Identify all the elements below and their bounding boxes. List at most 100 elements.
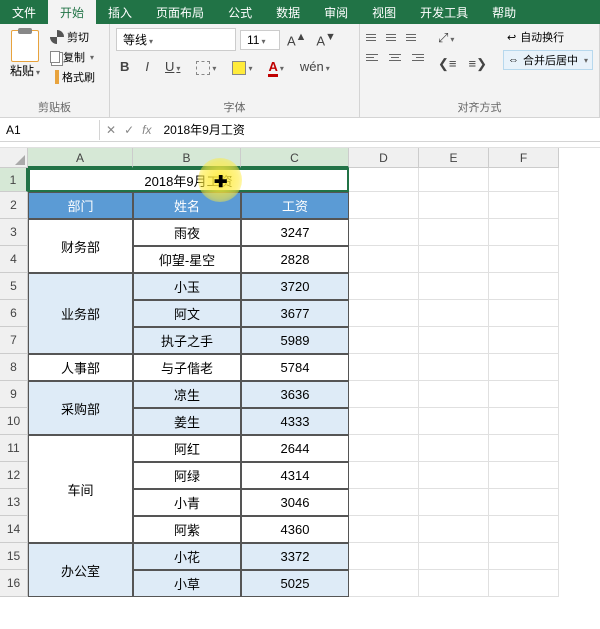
cell-E8[interactable] <box>419 354 489 381</box>
name-cell[interactable]: 执子之手 <box>133 327 241 354</box>
dept-cell[interactable]: 人事部 <box>28 354 133 381</box>
fx-button[interactable]: fx <box>142 123 151 137</box>
tab-data[interactable]: 数据 <box>264 0 312 24</box>
cell-D11[interactable] <box>349 435 419 462</box>
cell-F3[interactable] <box>489 219 559 246</box>
row-header-3[interactable]: 3 <box>0 219 28 246</box>
cancel-formula-button[interactable]: ✕ <box>106 123 116 137</box>
row-header-12[interactable]: 12 <box>0 462 28 489</box>
cell-F1[interactable] <box>489 168 559 192</box>
cell-F11[interactable] <box>489 435 559 462</box>
border-button[interactable] <box>192 57 220 77</box>
phonetic-button[interactable]: wén <box>296 57 334 76</box>
salary-cell[interactable]: 4360 <box>241 516 349 543</box>
tab-review[interactable]: 审阅 <box>312 0 360 24</box>
cell-F16[interactable] <box>489 570 559 597</box>
cell-F6[interactable] <box>489 300 559 327</box>
cell-E10[interactable] <box>419 408 489 435</box>
salary-cell[interactable]: 4333 <box>241 408 349 435</box>
column-header-E[interactable]: E <box>419 148 489 168</box>
cell-E11[interactable] <box>419 435 489 462</box>
column-header-D[interactable]: D <box>349 148 419 168</box>
cell-E16[interactable] <box>419 570 489 597</box>
name-cell[interactable]: 姜生 <box>133 408 241 435</box>
cell-F10[interactable] <box>489 408 559 435</box>
cell-F4[interactable] <box>489 246 559 273</box>
cell-D13[interactable] <box>349 489 419 516</box>
cell-D8[interactable] <box>349 354 419 381</box>
wrap-text-button[interactable]: ↩自动换行 <box>503 28 593 46</box>
column-header-B[interactable]: B <box>133 148 241 168</box>
cell-D6[interactable] <box>349 300 419 327</box>
salary-cell[interactable]: 5025 <box>241 570 349 597</box>
salary-cell[interactable]: 2644 <box>241 435 349 462</box>
name-cell[interactable]: 阿紫 <box>133 516 241 543</box>
dept-cell[interactable]: 车间 <box>28 435 133 543</box>
cell-D14[interactable] <box>349 516 419 543</box>
cell-F9[interactable] <box>489 381 559 408</box>
merge-center-button[interactable]: ⇔合并后居中 <box>503 50 593 70</box>
row-header-5[interactable]: 5 <box>0 273 28 300</box>
tab-view[interactable]: 视图 <box>360 0 408 24</box>
name-cell[interactable]: 雨夜 <box>133 219 241 246</box>
salary-cell[interactable]: 3720 <box>241 273 349 300</box>
cell-D16[interactable] <box>349 570 419 597</box>
cell-E7[interactable] <box>419 327 489 354</box>
copy-button[interactable]: 复制 <box>48 48 97 66</box>
row-header-9[interactable]: 9 <box>0 381 28 408</box>
dept-cell[interactable]: 财务部 <box>28 219 133 273</box>
salary-cell[interactable]: 5784 <box>241 354 349 381</box>
select-all-corner[interactable] <box>0 148 28 168</box>
format-painter-button[interactable]: 格式刷 <box>48 68 97 86</box>
row-header-2[interactable]: 2 <box>0 192 28 219</box>
cell-E1[interactable] <box>419 168 489 192</box>
bold-button[interactable]: B <box>116 57 133 76</box>
row-header-14[interactable]: 14 <box>0 516 28 543</box>
cell-D1[interactable] <box>349 168 419 192</box>
tab-help[interactable]: 帮助 <box>480 0 528 24</box>
tab-page-layout[interactable]: 页面布局 <box>144 0 216 24</box>
cell-F2[interactable] <box>489 192 559 219</box>
worksheet[interactable]: ABCDEF 12018年9月工资2部门姓名工资3财务部雨夜32474仰望-星空… <box>0 148 600 597</box>
header-name[interactable]: 姓名 <box>133 192 241 219</box>
row-header-15[interactable]: 15 <box>0 543 28 570</box>
row-header-8[interactable]: 8 <box>0 354 28 381</box>
row-header-4[interactable]: 4 <box>0 246 28 273</box>
cell-D9[interactable] <box>349 381 419 408</box>
align-top-button[interactable] <box>366 28 384 46</box>
name-box[interactable]: A1 <box>0 120 100 140</box>
cell-D10[interactable] <box>349 408 419 435</box>
row-header-7[interactable]: 7 <box>0 327 28 354</box>
tab-home[interactable]: 开始 <box>48 0 96 24</box>
accept-formula-button[interactable]: ✓ <box>124 123 134 137</box>
align-middle-button[interactable] <box>386 28 404 46</box>
font-size-select[interactable]: 11 <box>240 30 280 50</box>
cell-F7[interactable] <box>489 327 559 354</box>
dept-cell[interactable]: 业务部 <box>28 273 133 354</box>
increase-indent-button[interactable]: ≡❯ <box>464 54 490 74</box>
dept-cell[interactable]: 办公室 <box>28 543 133 597</box>
cell-D4[interactable] <box>349 246 419 273</box>
increase-font-button[interactable]: A▲ <box>284 31 309 48</box>
column-header-C[interactable]: C <box>241 148 349 168</box>
tab-developer[interactable]: 开发工具 <box>408 0 480 24</box>
cell-F14[interactable] <box>489 516 559 543</box>
cell-D12[interactable] <box>349 462 419 489</box>
salary-cell[interactable]: 3247 <box>241 219 349 246</box>
cell-E15[interactable] <box>419 543 489 570</box>
align-right-button[interactable] <box>406 48 424 66</box>
cell-E6[interactable] <box>419 300 489 327</box>
cell-E12[interactable] <box>419 462 489 489</box>
name-cell[interactable]: 仰望-星空 <box>133 246 241 273</box>
cell-E5[interactable] <box>419 273 489 300</box>
tab-formulas[interactable]: 公式 <box>216 0 264 24</box>
cell-F12[interactable] <box>489 462 559 489</box>
header-dept[interactable]: 部门 <box>28 192 133 219</box>
align-bottom-button[interactable] <box>406 28 424 46</box>
decrease-font-button[interactable]: A▼ <box>313 31 338 48</box>
cell-D7[interactable] <box>349 327 419 354</box>
align-left-button[interactable] <box>366 48 384 66</box>
cell-D5[interactable] <box>349 273 419 300</box>
row-header-1[interactable]: 1 <box>0 168 28 192</box>
cell-F5[interactable] <box>489 273 559 300</box>
